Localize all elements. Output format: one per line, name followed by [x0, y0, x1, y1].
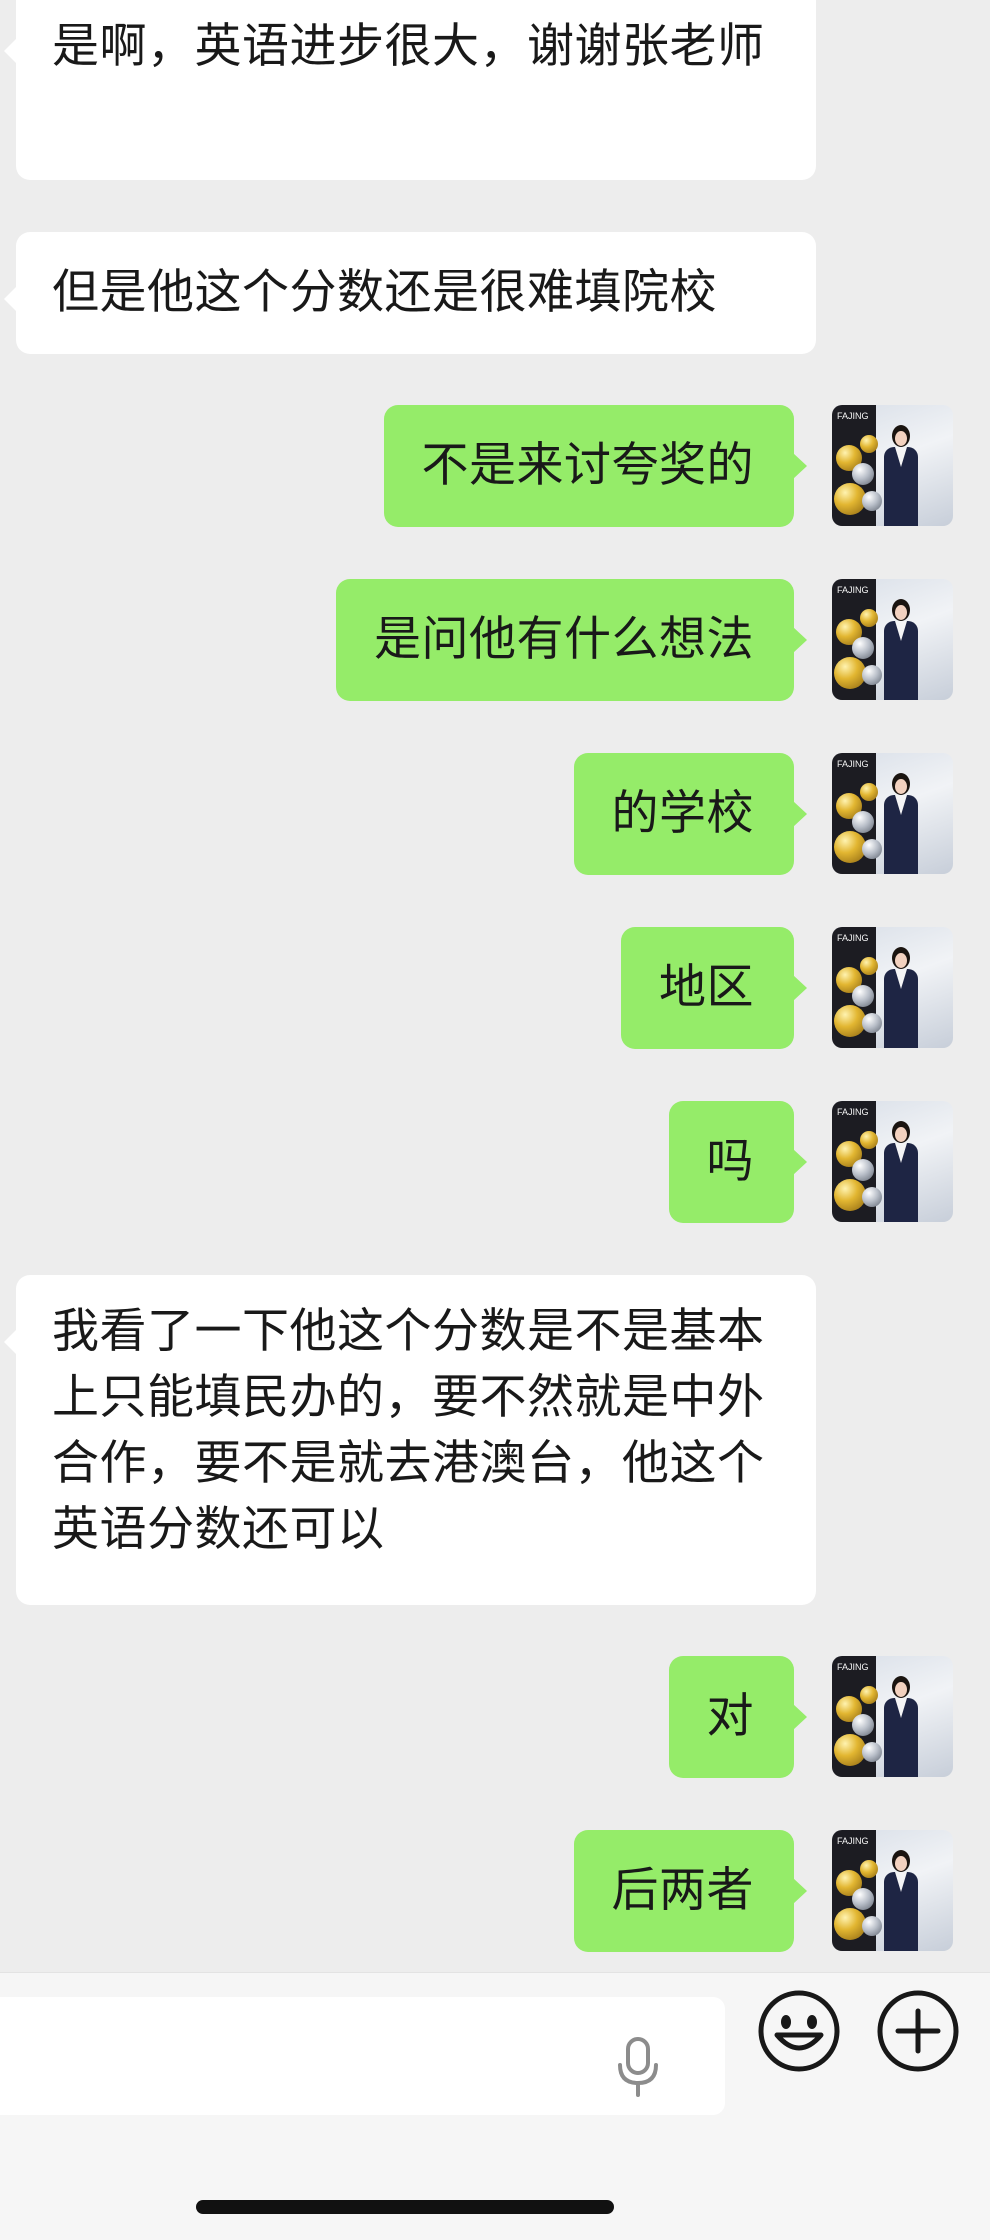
- message-text: 对: [706, 1689, 754, 1744]
- emoji-icon[interactable]: [757, 1989, 841, 2073]
- avatar[interactable]: FAJING: [832, 753, 953, 874]
- avatar[interactable]: FAJING: [832, 579, 953, 700]
- chat-messages[interactable]: 是啊，英语进步很大，谢谢张老师 但是他这个分数还是很难填院校 不是来讨夸奖的 F…: [0, 0, 990, 1972]
- message-input[interactable]: [0, 1997, 725, 2115]
- message-bubble-outgoing[interactable]: 地区: [621, 927, 807, 1049]
- message-bubble-incoming[interactable]: 是啊，英语进步很大，谢谢张老师: [4, 0, 816, 180]
- message-bubble-outgoing[interactable]: 是问他有什么想法: [336, 579, 807, 701]
- mic-icon[interactable]: [616, 2037, 660, 2097]
- avatar[interactable]: FAJING: [832, 405, 953, 526]
- message-bubble-outgoing[interactable]: 吗: [668, 1101, 807, 1223]
- avatar[interactable]: FAJING: [832, 1101, 953, 1222]
- home-indicator[interactable]: [196, 2200, 614, 2214]
- message-bubble-outgoing[interactable]: 对: [668, 1656, 807, 1778]
- message-bubble-incoming[interactable]: 但是他这个分数还是很难填院校: [4, 232, 816, 354]
- message-text: 我看了一下他这个分数是不是基本上只能填民办的，要不然就是中外合作，要不是就去港澳…: [52, 1304, 765, 1557]
- avatar[interactable]: FAJING: [832, 927, 953, 1048]
- plus-icon[interactable]: [876, 1989, 960, 2073]
- avatar[interactable]: FAJING: [832, 1656, 953, 1777]
- message-text: 但是他这个分数还是很难填院校: [52, 265, 717, 320]
- message-text: 是啊，英语进步很大，谢谢张老师: [52, 19, 765, 74]
- message-bubble-outgoing[interactable]: 不是来讨夸奖的: [383, 405, 807, 527]
- message-bubble-outgoing[interactable]: 的学校: [573, 753, 807, 875]
- message-text: 的学校: [611, 786, 754, 841]
- message-text: 地区: [659, 960, 754, 1015]
- message-text: 是问他有什么想法: [374, 612, 754, 667]
- message-bubble-incoming[interactable]: 我看了一下他这个分数是不是基本上只能填民办的，要不然就是中外合作，要不是就去港澳…: [4, 1275, 816, 1605]
- message-text: 不是来讨夸奖的: [421, 438, 754, 493]
- message-text: 吗: [706, 1134, 754, 1189]
- message-text: 后两者: [611, 1863, 754, 1918]
- message-bubble-outgoing[interactable]: 后两者: [573, 1830, 807, 1952]
- avatar[interactable]: FAJING: [832, 1830, 953, 1951]
